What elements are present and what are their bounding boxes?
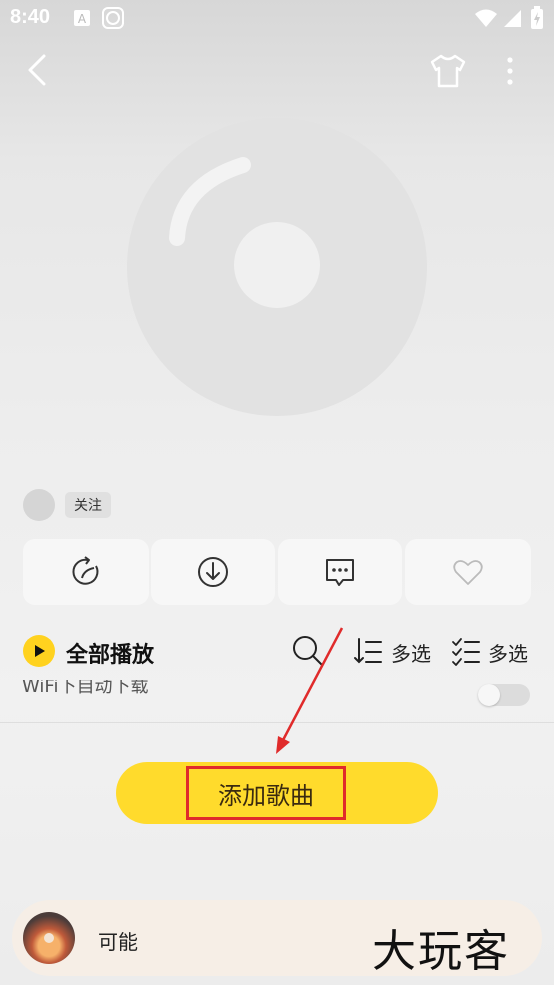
creator-avatar[interactable] xyxy=(23,489,55,521)
battery-icon xyxy=(531,6,543,29)
comment-icon xyxy=(326,559,354,586)
toggle-knob xyxy=(478,684,500,706)
status-bar: 8:40 A xyxy=(0,0,554,38)
cell-signal-icon xyxy=(504,10,521,27)
download-icon xyxy=(198,557,228,587)
play-all-label[interactable]: 全部播放 xyxy=(66,637,154,669)
text-a-icon: A xyxy=(74,10,90,26)
watermark-text: 大玩客 xyxy=(372,926,510,977)
play-all-button[interactable] xyxy=(23,635,55,667)
play-icon xyxy=(35,645,45,657)
heart-icon xyxy=(453,560,483,585)
share-icon xyxy=(72,556,99,585)
disc-center xyxy=(234,222,320,308)
follow-button[interactable]: 关注 xyxy=(65,492,111,518)
annotation-arrow xyxy=(276,627,344,754)
skin-shirt-icon[interactable] xyxy=(428,52,468,90)
wifi-icon xyxy=(475,9,497,27)
status-time: 8:40 xyxy=(10,6,51,28)
multi-select-icon[interactable] xyxy=(450,636,482,668)
app-notification-icon xyxy=(102,7,124,29)
multi-select-label-1[interactable]: 多选 xyxy=(391,638,431,667)
svg-text:A: A xyxy=(78,12,87,26)
song-title[interactable]: 可能 xyxy=(98,926,138,955)
share-card[interactable] xyxy=(23,539,149,605)
wifi-auto-download-label: WiFi下自动下载 xyxy=(22,680,149,696)
more-options-icon[interactable] xyxy=(498,54,522,90)
multi-select-label-2[interactable]: 多选 xyxy=(488,638,528,667)
comment-card[interactable] xyxy=(278,539,402,605)
download-card[interactable] xyxy=(151,539,275,605)
add-song-label[interactable]: 添加歌曲 xyxy=(186,766,346,820)
favorite-card[interactable] xyxy=(405,539,531,605)
back-icon[interactable] xyxy=(22,52,58,88)
cover-hole xyxy=(44,933,54,943)
